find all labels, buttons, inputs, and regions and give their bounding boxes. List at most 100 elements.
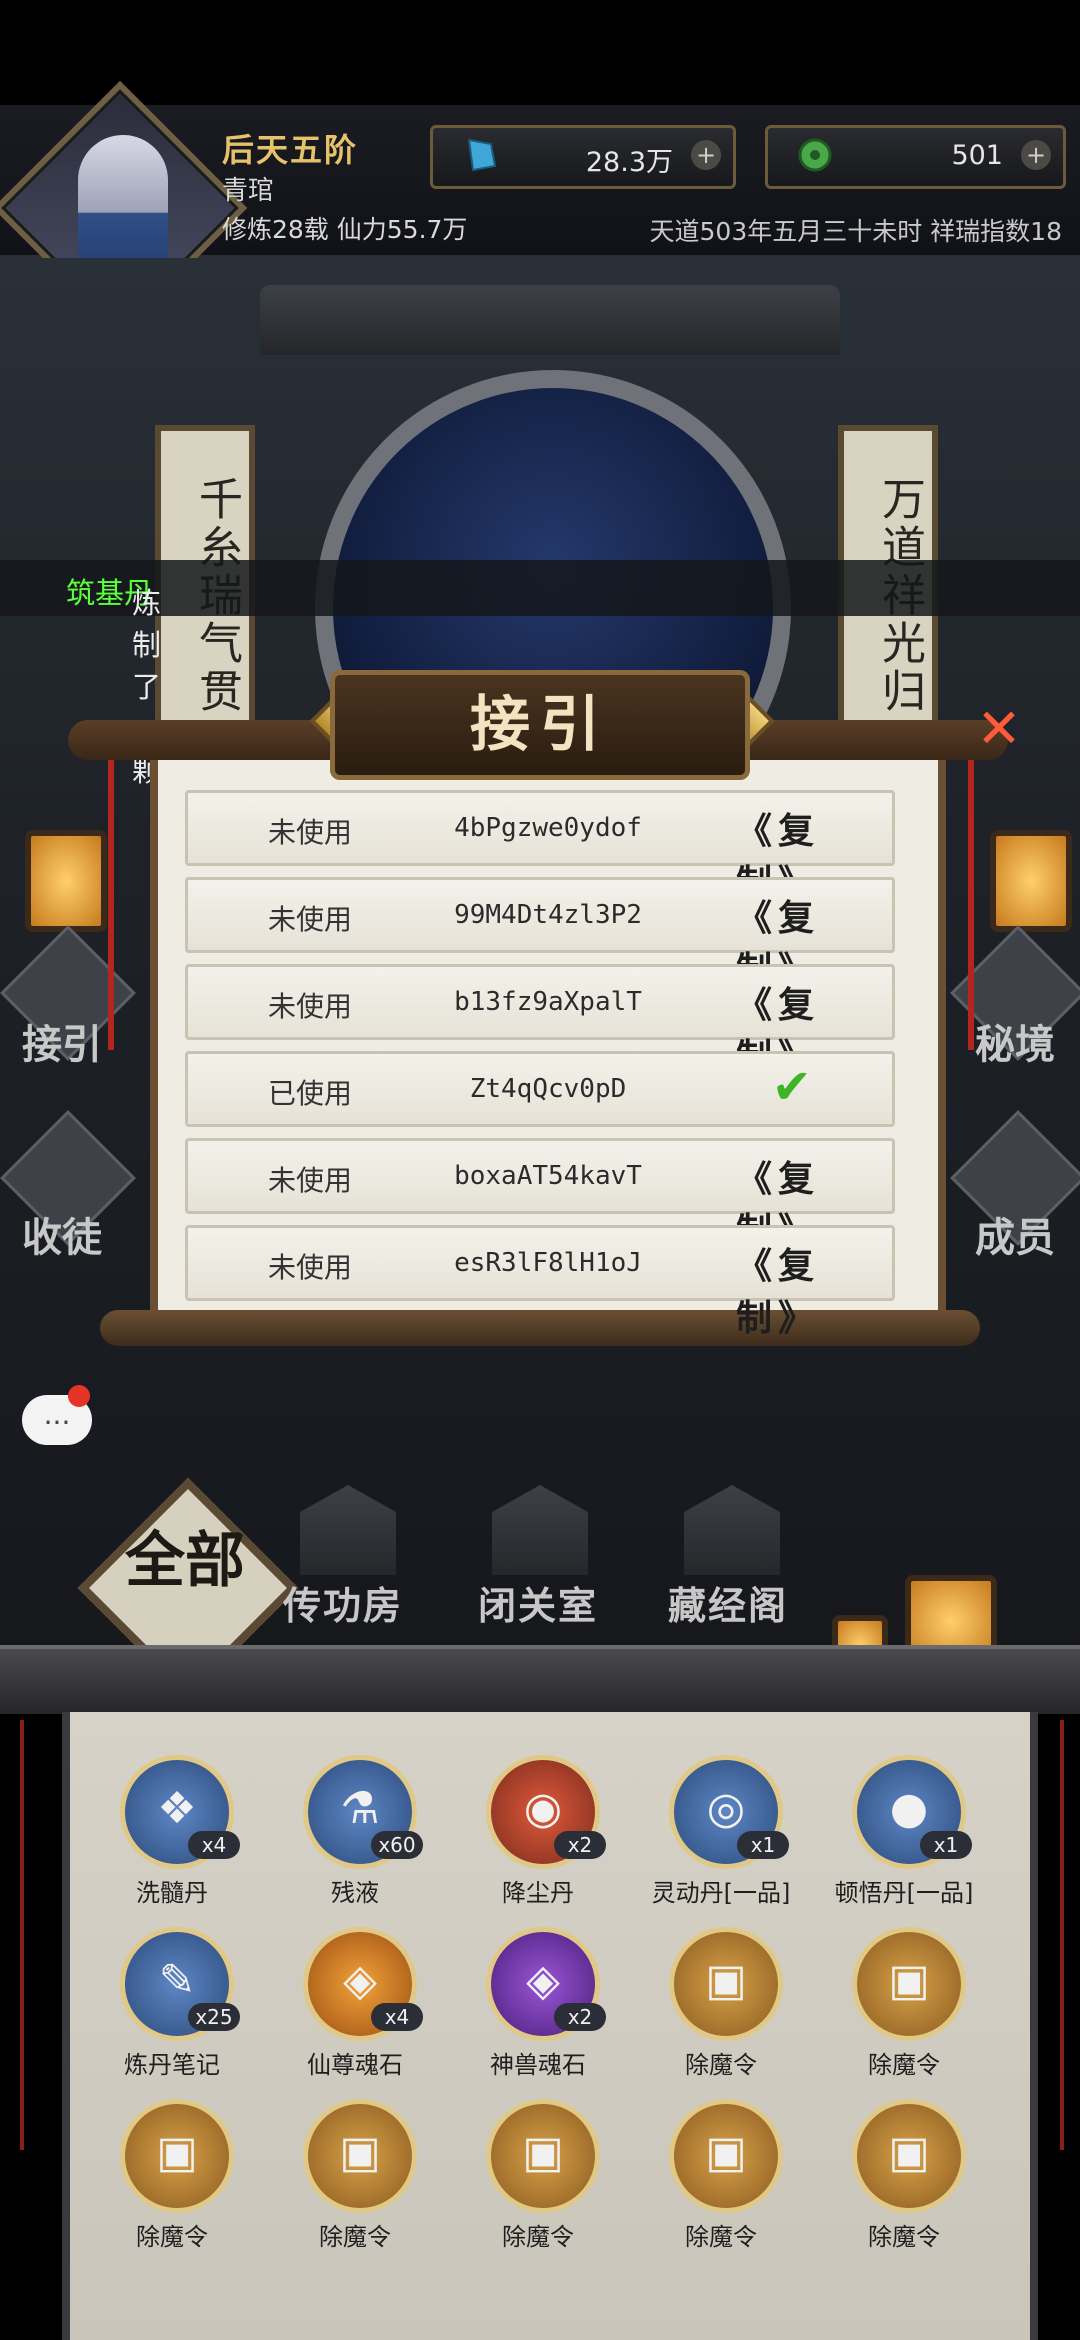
code-status: 未使用 bbox=[268, 816, 353, 849]
inventory-item[interactable]: ▣ 除魔令 bbox=[641, 1927, 801, 2087]
code-value: 4bPgzwe0ydof bbox=[454, 813, 642, 843]
inventory-item[interactable]: ❖ x4 洗髓丹 bbox=[92, 1755, 252, 1915]
item-name: 除魔令 bbox=[685, 2051, 757, 2079]
inventory-item[interactable]: ▣ 除魔令 bbox=[641, 2099, 801, 2259]
code-value: b13fz9aXpalT bbox=[454, 987, 642, 1017]
resource-value: 501 bbox=[951, 140, 1003, 171]
item-glyph-icon: ▣ bbox=[888, 1955, 930, 2006]
item-name: 除魔令 bbox=[136, 2223, 208, 2251]
code-status: 未使用 bbox=[268, 1164, 353, 1197]
tab-retreat-room[interactable]: 闭关室 bbox=[478, 1575, 598, 1630]
inventory-item[interactable]: ▣ 除魔令 bbox=[92, 2099, 252, 2259]
inventory-item[interactable]: ◎ x1 灵动丹[一品] bbox=[641, 1755, 801, 1915]
item-glyph-icon: ▣ bbox=[705, 2127, 747, 2178]
item-count: x2 bbox=[554, 2003, 606, 2031]
copy-label: 复制 bbox=[735, 1245, 821, 1339]
inventory-item[interactable]: ▣ 除魔令 bbox=[824, 2099, 984, 2259]
code-row: 未使用 99M4Dt4zl3P2 《复制》 bbox=[185, 877, 895, 991]
gate-roof bbox=[260, 285, 840, 355]
copy-button[interactable]: 《复制》 bbox=[694, 976, 862, 1078]
code-row: 未使用 4bPgzwe0ydof 《复制》 bbox=[185, 790, 895, 904]
item-name: 除魔令 bbox=[685, 2223, 757, 2251]
inventory-item[interactable]: ◈ x4 仙尊魂石 bbox=[275, 1927, 435, 2087]
copy-button[interactable]: 《复制》 bbox=[694, 889, 862, 991]
item-name: 顿悟丹[一品] bbox=[834, 1879, 974, 1907]
add-crystal-button[interactable]: + bbox=[691, 140, 721, 170]
player-rank: 后天五阶 bbox=[222, 131, 359, 169]
side-item-members[interactable]: 成员 bbox=[975, 1205, 1055, 1263]
item-name: 洗髓丹 bbox=[136, 1879, 208, 1907]
calendar-text: 天道503年五月三十未时 祥瑞指数18 bbox=[649, 217, 1062, 246]
item-name: 降尘丹 bbox=[502, 1879, 574, 1907]
item-glyph-icon: ▣ bbox=[888, 2127, 930, 2178]
red-cord-left bbox=[20, 1720, 24, 2150]
inventory-item[interactable]: ▣ 除魔令 bbox=[458, 2099, 618, 2259]
inventory-item[interactable]: ✎ x25 炼丹笔记 bbox=[92, 1927, 252, 2087]
copy-button[interactable]: 《复制》 bbox=[694, 1150, 862, 1252]
item-count: x4 bbox=[188, 1831, 240, 1859]
blue-crystal-icon bbox=[467, 138, 497, 172]
item-name: 除魔令 bbox=[868, 2223, 940, 2251]
inventory-item[interactable]: ◉ x2 降尘丹 bbox=[458, 1755, 618, 1915]
tab-transmission-hall[interactable]: 传功房 bbox=[283, 1575, 403, 1630]
code-status: 未使用 bbox=[268, 1251, 353, 1284]
resource-jade: 501 + bbox=[765, 125, 1066, 189]
item-name: 灵动丹[一品] bbox=[651, 1879, 791, 1907]
code-status: 未使用 bbox=[268, 990, 353, 1023]
side-item-recruit[interactable]: 接引 bbox=[22, 1012, 102, 1070]
code-row: 已使用 Zt4qQcv0pD ✔ bbox=[185, 1051, 895, 1127]
dialog-title: 接引 bbox=[330, 670, 750, 780]
shelf-bar bbox=[0, 1645, 1080, 1714]
item-glyph-icon: ▣ bbox=[339, 2127, 381, 2178]
item-name: 除魔令 bbox=[868, 2051, 940, 2079]
player-name: 青琯 bbox=[222, 176, 275, 206]
code-row: 未使用 b13fz9aXpalT 《复制》 bbox=[185, 964, 895, 1078]
item-glyph-icon: ◈ bbox=[526, 1955, 560, 2006]
item-name: 残液 bbox=[331, 1879, 379, 1907]
side-item-disciple[interactable]: 收徒 bbox=[22, 1205, 102, 1263]
add-jade-button[interactable]: + bbox=[1021, 140, 1051, 170]
tab-all[interactable]: 全部 bbox=[120, 1530, 250, 1592]
item-glyph-icon: ◈ bbox=[343, 1955, 377, 2006]
status-bar bbox=[0, 0, 1080, 105]
inventory-item[interactable]: ⚗ x60 残液 bbox=[275, 1755, 435, 1915]
item-count: x25 bbox=[188, 2003, 240, 2031]
notice-text: 炼制了一颗筑基丹 bbox=[66, 570, 161, 788]
lantern-right bbox=[990, 830, 1072, 932]
item-glyph-icon: ● bbox=[889, 1783, 929, 1834]
code-status: 已使用 bbox=[268, 1077, 353, 1110]
item-count: x1 bbox=[920, 1831, 972, 1859]
notice-banner: 炼制了一颗筑基丹 bbox=[0, 560, 1080, 788]
avatar[interactable] bbox=[78, 135, 168, 275]
copy-button[interactable]: 《复制》 bbox=[694, 802, 862, 904]
code-row: 未使用 esR3lF8lH1oJ 《复制》 bbox=[185, 1225, 895, 1339]
jade-coin-icon bbox=[798, 138, 832, 172]
close-icon[interactable]: ✕ bbox=[975, 702, 1023, 756]
notification-dot bbox=[68, 1385, 90, 1407]
resource-crystal: 28.3万 + bbox=[430, 125, 736, 189]
inventory-item[interactable]: ▣ 除魔令 bbox=[824, 1927, 984, 2087]
item-glyph-icon: ▣ bbox=[156, 2127, 198, 2178]
item-name: 除魔令 bbox=[502, 2223, 574, 2251]
lantern-left bbox=[25, 830, 107, 932]
inventory-item[interactable]: ● x1 顿悟丹[一品] bbox=[824, 1755, 984, 1915]
copy-button[interactable]: 《复制》 bbox=[694, 1237, 862, 1339]
item-count: x4 bbox=[371, 2003, 423, 2031]
code-value: Zt4qQcv0pD bbox=[469, 1074, 627, 1104]
item-name: 神兽魂石 bbox=[490, 2051, 586, 2079]
item-count: x2 bbox=[554, 1831, 606, 1859]
side-item-secret-realm[interactable]: 秘境 bbox=[975, 1012, 1055, 1070]
code-value: 99M4Dt4zl3P2 bbox=[454, 900, 642, 930]
item-name: 炼丹笔记 bbox=[124, 2051, 220, 2079]
tab-scripture-library[interactable]: 藏经阁 bbox=[668, 1575, 788, 1630]
inventory-item[interactable]: ◈ x2 神兽魂石 bbox=[458, 1927, 618, 2087]
item-count: x60 bbox=[371, 1831, 423, 1859]
code-status: 未使用 bbox=[268, 903, 353, 936]
checkmark-icon: ✔ bbox=[771, 1059, 812, 1115]
code-row: 未使用 boxaAT54kavT 《复制》 bbox=[185, 1138, 895, 1252]
inventory-item[interactable]: ▣ 除魔令 bbox=[275, 2099, 435, 2259]
item-glyph-icon: ▣ bbox=[522, 2127, 564, 2178]
player-stats: 修炼28载 仙力55.7万 bbox=[222, 215, 468, 244]
item-glyph-icon: ✎ bbox=[158, 1955, 196, 2006]
dialog-rope-right bbox=[968, 750, 974, 1050]
